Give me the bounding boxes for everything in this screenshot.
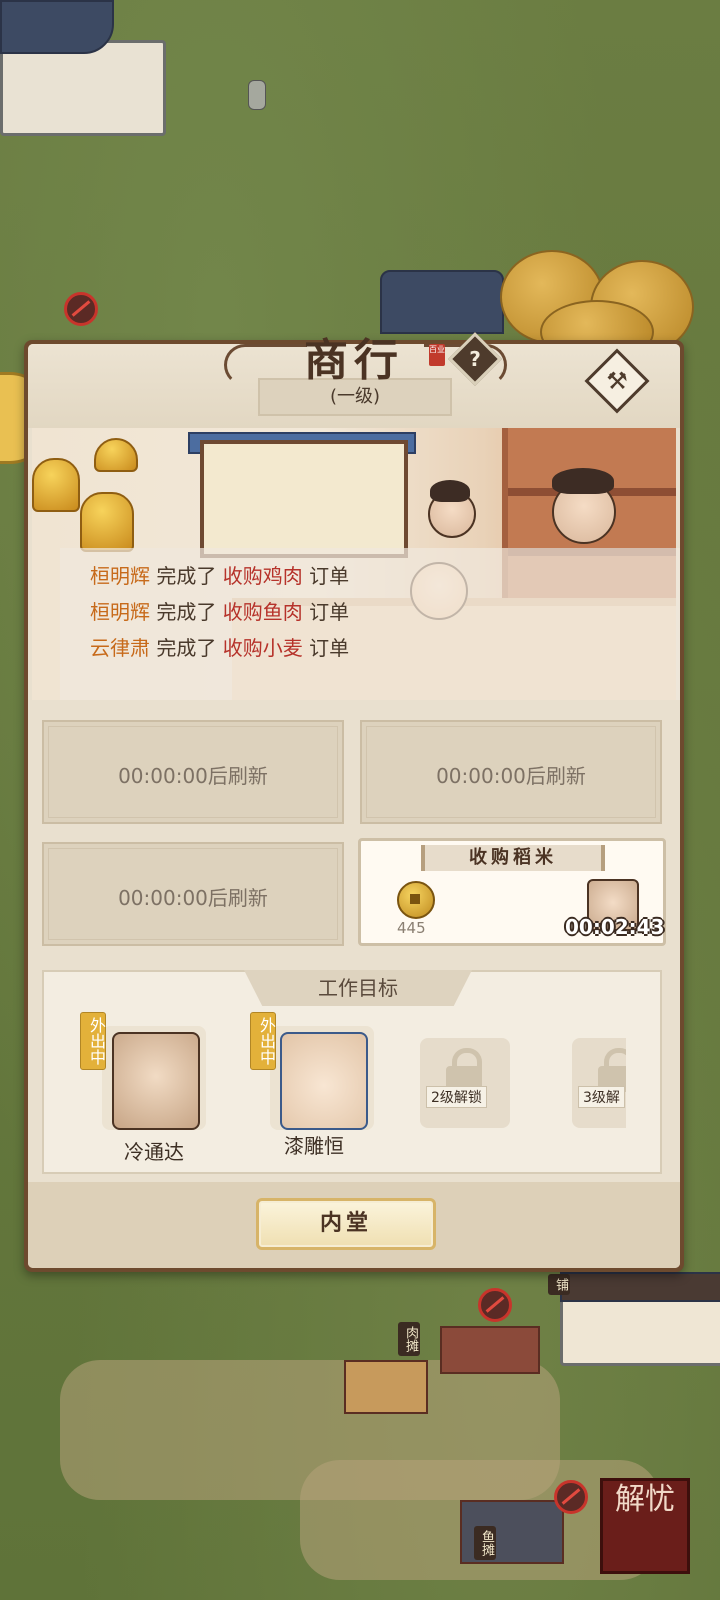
log-verb: 完成了	[156, 564, 217, 588]
map-building[interactable]	[0, 40, 166, 136]
lock-icon	[596, 1048, 626, 1092]
log-entry: 云律肃 完成了 收购小麦 订单	[90, 632, 349, 661]
clerk-hair	[430, 480, 470, 502]
log-verb: 完成了	[156, 636, 217, 660]
map-roof	[560, 1272, 720, 1302]
log-suffix: 订单	[309, 636, 350, 660]
work-target-tab: 工作目标	[244, 970, 472, 1006]
log-player-name: 云律肃	[90, 636, 150, 660]
bell-icon	[32, 458, 80, 512]
shop-sign: 铺	[548, 1274, 570, 1295]
fish-stall-sign: 鱼摊	[474, 1526, 496, 1560]
worker-portrait	[280, 1032, 368, 1130]
lock-icon	[444, 1048, 484, 1092]
log-order-item: 收购鱼肉	[222, 600, 303, 624]
worker-name: 冷通达	[124, 1140, 184, 1164]
unlock-requirement: 3级解	[578, 1086, 625, 1108]
hammer-icon: ⚒	[606, 367, 628, 395]
market-stall[interactable]	[440, 1326, 540, 1374]
status-badge: 外出中	[80, 1012, 106, 1070]
locked-slot[interactable]: 3级解	[572, 1038, 626, 1128]
order-timer: 00:02:43	[565, 915, 665, 939]
order-slot-empty[interactable]: 00:00:00后刷新	[42, 842, 344, 946]
worker-card[interactable]	[270, 1026, 374, 1130]
log-entry: 桓明辉 完成了 收购鱼肉 订单	[90, 596, 349, 625]
no-entry-icon[interactable]	[64, 292, 98, 326]
inner-hall-button[interactable]: 内堂	[256, 1198, 436, 1250]
question-icon: ?	[469, 347, 481, 371]
log-suffix: 订单	[309, 564, 350, 588]
bell-icon	[80, 492, 134, 552]
bell-icon	[94, 438, 138, 472]
no-entry-icon[interactable]	[478, 1288, 512, 1322]
work-target-section: 工作目标 外出中 冷通达 外出中 漆雕恒 2级解锁 3级解	[42, 970, 662, 1174]
map-roof	[0, 0, 114, 54]
locked-slot[interactable]: 2级解锁	[420, 1038, 510, 1128]
worker-name: 漆雕恒	[284, 1134, 344, 1158]
order-card-active[interactable]: 收购稻米 445 00:02:43	[358, 838, 666, 946]
no-entry-icon[interactable]	[554, 1480, 588, 1514]
log-entry: 桓明辉 完成了 收购鸡肉 订单	[90, 560, 349, 589]
worker-card[interactable]	[102, 1026, 206, 1130]
coin-icon	[397, 881, 435, 919]
meat-stall-sign: 肉摊	[398, 1322, 420, 1356]
refresh-timer: 00:00:00后刷新	[118, 764, 268, 788]
order-title: 收购稻米	[421, 845, 605, 871]
seal-stamp: 百业	[429, 344, 445, 366]
status-badge: 外出中	[250, 1012, 276, 1070]
panel-title: 商行	[304, 335, 404, 386]
shopkeeper-hat	[552, 468, 614, 494]
refresh-timer: 00:00:00后刷新	[118, 886, 268, 910]
log-player-name: 桓明辉	[90, 600, 150, 624]
log-order-item: 收购鸡肉	[222, 564, 303, 588]
jieyou-button[interactable]: 解忧	[600, 1478, 690, 1574]
log-suffix: 订单	[309, 600, 350, 624]
order-slot-empty[interactable]: 00:00:00后刷新	[42, 720, 344, 824]
log-order-item: 收购小麦	[222, 636, 303, 660]
villager-sprite[interactable]	[248, 80, 266, 110]
refresh-timer: 00:00:00后刷新	[436, 764, 586, 788]
order-slot-empty[interactable]: 00:00:00后刷新	[360, 720, 662, 824]
log-verb: 完成了	[156, 600, 217, 624]
activity-log: 桓明辉 完成了 收购鸡肉 订单 桓明辉 完成了 收购鱼肉 订单 云律肃 完成了 …	[60, 548, 680, 700]
unlock-requirement: 2级解锁	[426, 1086, 487, 1108]
worker-portrait	[112, 1032, 200, 1130]
market-stall[interactable]	[344, 1360, 428, 1414]
log-player-name: 桓明辉	[90, 564, 150, 588]
notice-board	[200, 440, 408, 558]
order-reward: 445	[397, 919, 426, 937]
